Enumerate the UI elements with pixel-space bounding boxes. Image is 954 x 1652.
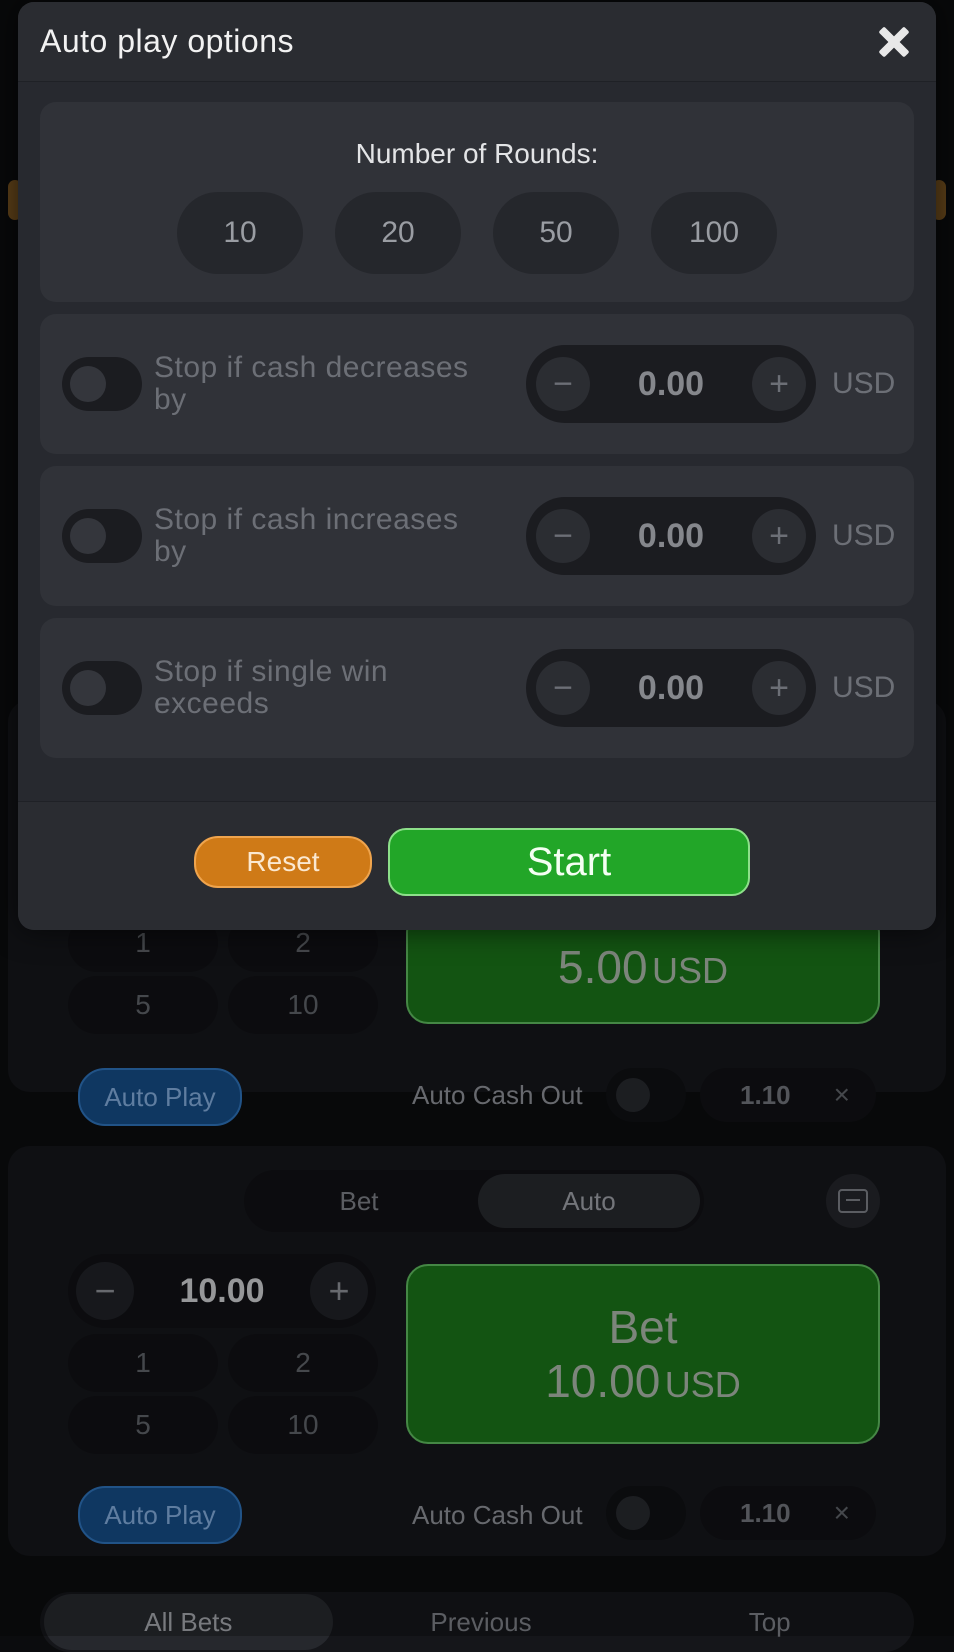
minus-icon[interactable]: −	[536, 661, 590, 715]
stop-single-win-card: Stop if single win exceeds − 0.00 + USD	[40, 618, 914, 758]
dialog-body: Number of Rounds: 10 20 50 100 Stop if c…	[18, 82, 936, 802]
stop-cash-decrease-card: Stop if cash decreases by − 0.00 + USD	[40, 314, 914, 454]
stepper-value[interactable]: 0.00	[638, 517, 704, 556]
dialog-footer: Reset Start	[18, 801, 936, 930]
round-option-20[interactable]: 20	[335, 192, 461, 274]
round-option-10[interactable]: 10	[177, 192, 303, 274]
currency-label: USD	[832, 519, 896, 552]
round-option-50[interactable]: 50	[493, 192, 619, 274]
rounds-label: Number of Rounds:	[355, 138, 599, 169]
rounds-card: Number of Rounds: 10 20 50 100	[40, 102, 914, 302]
currency-label: USD	[832, 671, 896, 704]
dialog-title: Auto play options	[40, 23, 294, 59]
stop-cash-increase-label: Stop if cash increases by	[154, 503, 459, 568]
round-option-100[interactable]: 100	[651, 192, 777, 274]
stop-cash-decrease-stepper: − 0.00 +	[526, 345, 816, 423]
stepper-value[interactable]: 0.00	[638, 365, 704, 404]
auto-play-options-dialog: Auto play options Number of Rounds: 10 2…	[18, 2, 936, 930]
stepper-value[interactable]: 0.00	[638, 669, 704, 708]
stop-cash-increase-toggle[interactable]	[62, 509, 142, 563]
dialog-header: Auto play options	[18, 2, 936, 82]
minus-icon[interactable]: −	[536, 509, 590, 563]
minus-icon[interactable]: −	[536, 357, 590, 411]
stop-cash-decrease-label: Stop if cash decreases by	[154, 351, 469, 416]
stop-single-win-toggle[interactable]	[62, 661, 142, 715]
currency-label: USD	[832, 367, 896, 400]
reset-button[interactable]: Reset	[194, 836, 372, 888]
start-button[interactable]: Start	[388, 828, 750, 896]
plus-icon[interactable]: +	[752, 357, 806, 411]
plus-icon[interactable]: +	[752, 509, 806, 563]
stop-single-win-stepper: − 0.00 +	[526, 649, 816, 727]
close-icon[interactable]	[874, 22, 914, 62]
stop-cash-increase-stepper: − 0.00 +	[526, 497, 816, 575]
stop-cash-decrease-toggle[interactable]	[62, 357, 142, 411]
stop-cash-increase-card: Stop if cash increases by − 0.00 + USD	[40, 466, 914, 606]
stop-single-win-label: Stop if single win exceeds	[154, 655, 389, 720]
round-options: 10 20 50 100	[177, 192, 777, 274]
plus-icon[interactable]: +	[752, 661, 806, 715]
